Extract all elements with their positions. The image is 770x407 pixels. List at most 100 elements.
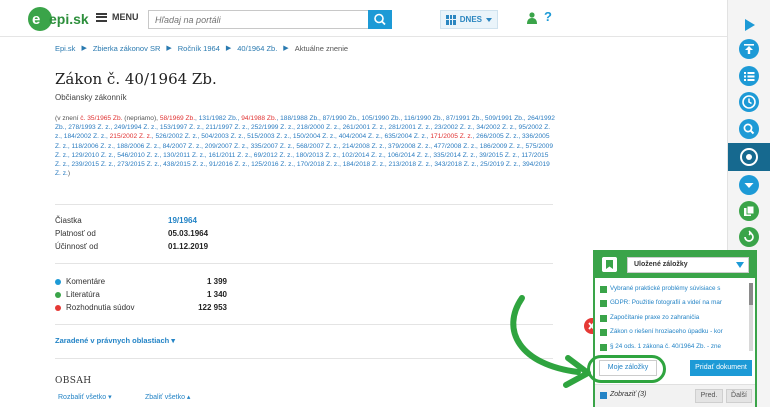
menu-label: MENU — [112, 12, 139, 22]
stat-label: Rozhodnutia súdov — [66, 303, 135, 312]
bookmarks-select-value: Uložené záložky — [634, 261, 688, 268]
bookmarks-icon[interactable] — [738, 200, 760, 222]
divider — [55, 263, 553, 264]
divider — [55, 204, 553, 205]
bookmark-item[interactable]: § 24 ods. 1 zákona č. 40/1964 Zb. - zne — [600, 341, 746, 355]
chevron-right-icon: ▶ — [81, 45, 87, 52]
info-value: 05.03.1964 — [168, 229, 209, 238]
info-label: Čiastka — [55, 216, 82, 225]
divider — [55, 324, 553, 325]
chevron-right-icon: ▶ — [225, 45, 232, 52]
info-value: 01.12.2019 — [168, 242, 209, 251]
bookmark-icon — [600, 329, 607, 337]
expand-all-link[interactable]: Rozbaliť všetko ▾ — [58, 393, 112, 401]
divider — [55, 358, 553, 359]
amendment-text[interactable]: 171/2005 Z. z. — [430, 133, 472, 140]
show-checkbox[interactable] — [600, 392, 607, 399]
search-icon — [374, 13, 386, 26]
blue-dot-icon — [55, 279, 61, 285]
amendment-text[interactable]: , 526/2002 Z. z., 504/2003 Z. z., 515/20… — [152, 133, 431, 140]
clock-icon[interactable] — [738, 91, 760, 113]
chevron-down-icon[interactable] — [738, 174, 760, 196]
stat-value: 1 399 — [206, 277, 227, 286]
bookmark-icon — [602, 257, 617, 272]
bookmark-icon — [600, 314, 607, 322]
bookmark-label: GDPR: Použitie fotografií a videí na mar — [610, 299, 722, 307]
amendment-text[interactable]: 58/1969 Zb. — [160, 115, 195, 122]
info-value[interactable]: 19/1964 — [168, 216, 197, 225]
bookmark-label: Zákon o riešení hroziaceho úpadku - kor — [610, 328, 723, 336]
green-dot-icon — [55, 292, 61, 298]
epi-logo[interactable]: e epi.sk — [27, 6, 89, 32]
info-label: Platnosť od — [55, 229, 96, 238]
bookmark-item[interactable]: GDPR: Použitie fotografií a videí na mar — [600, 297, 746, 311]
help-icon[interactable]: ? — [544, 9, 552, 24]
search-input[interactable] — [148, 10, 368, 29]
amendment-text[interactable]: č. 35/1965 Zb. — [80, 115, 122, 122]
menu-button[interactable]: MENU — [96, 12, 139, 22]
red-dot-icon — [55, 305, 61, 311]
stat-value: 122 953 — [198, 303, 227, 312]
chevron-down-icon — [486, 17, 492, 22]
bookmarks-select[interactable]: Uložené záložky — [627, 257, 749, 273]
legal-areas-link[interactable]: Zaradené v právnych oblastiach ▾ — [55, 336, 175, 345]
highlight-ring — [587, 355, 666, 383]
bookmarks-header: Uložené záložky — [595, 252, 755, 278]
bookmarks-scrollbar[interactable] — [749, 283, 753, 351]
show-label: Zobraziť (3) — [610, 391, 647, 398]
breadcrumb-item[interactable]: 40/1964 Zb. — [237, 44, 277, 53]
bookmark-item[interactable]: Započítanie praxe zo zahraničia — [600, 312, 746, 326]
breadcrumb: Epi.sk ▶ Zbierka zákonov SR ▶ Ročník 196… — [55, 44, 348, 53]
breadcrumb-current: Aktuálne znenie — [294, 44, 349, 53]
bookmark-icon — [600, 343, 607, 351]
bookmarks-footer: Zobraziť (3) Pred. Ďalší — [595, 384, 755, 407]
date-label: DNES — [459, 15, 482, 24]
next-button[interactable]: Ďalší — [726, 389, 752, 403]
chevron-right-icon: ▶ — [166, 45, 172, 52]
chevron-down-icon — [736, 262, 744, 268]
bookmarks-panel: Uložené záložky Vybrané praktické problé… — [593, 250, 757, 407]
breadcrumb-item[interactable]: Epi.sk — [55, 44, 75, 53]
bookmark-item[interactable]: Vybrané praktické problémy súvisiace s — [600, 283, 746, 297]
top-bar: e epi.sk MENU DNES ? — [0, 0, 770, 37]
bookmark-icon — [600, 300, 607, 308]
list-icon[interactable] — [738, 65, 760, 87]
amendments-prefix: (v znení — [55, 115, 81, 122]
target-icon[interactable] — [738, 146, 760, 168]
bookmark-icon — [600, 286, 607, 293]
bookmark-label: Vybrané praktické problémy súvisiace s — [610, 285, 721, 292]
collapse-all-link[interactable]: Zbaliť všetko ▴ — [145, 393, 190, 401]
bookmark-item[interactable]: Zákon o riešení hroziaceho úpadku - kor — [600, 326, 746, 340]
amendment-text: ) — [67, 170, 71, 178]
search-icon[interactable] — [738, 118, 760, 140]
amendment-text[interactable]: , 131/1982 Zb., — [195, 115, 241, 122]
add-document-button[interactable]: Pridať dokument — [690, 360, 752, 376]
amendments-list: (v znení č. 35/1965 Zb. (nepriamo), 58/1… — [55, 114, 555, 178]
date-selector[interactable]: DNES — [440, 10, 498, 29]
bookmark-label: § 24 ods. 1 zákona č. 40/1964 Zb. - zne — [610, 342, 721, 350]
play-icon[interactable] — [738, 14, 760, 36]
chevron-right-icon: ▶ — [283, 45, 289, 52]
stat-label: Komentáre — [66, 277, 106, 286]
breadcrumb-item[interactable]: Zbierka zákonov SR — [93, 44, 161, 53]
toc-title: OBSAH — [55, 376, 92, 386]
hamburger-icon — [96, 12, 107, 22]
prev-button[interactable]: Pred. — [695, 389, 723, 403]
page-title: Zákon č. 40/1964 Zb. — [55, 70, 217, 88]
upload-icon[interactable] — [738, 38, 760, 60]
info-label: Účinnosť od — [55, 242, 99, 251]
amendment-text[interactable]: 215/2002 Z. z. — [110, 133, 152, 140]
page-subtitle: Občiansky zákonník — [55, 93, 127, 102]
stat-label: Literatúra — [66, 290, 100, 299]
annotation-arrow — [510, 295, 591, 388]
user-icon[interactable] — [527, 12, 537, 24]
calendar-icon — [446, 14, 456, 25]
bookmark-label: Započítanie praxe zo zahraničia — [610, 313, 700, 321]
search-button[interactable] — [368, 10, 392, 29]
breadcrumb-item[interactable]: Ročník 1964 — [178, 44, 220, 53]
amendment-text: (nepriamo), — [122, 115, 160, 122]
amendment-text[interactable]: 94/1988 Zb. — [241, 115, 276, 122]
stat-value: 1 340 — [206, 290, 227, 299]
history-icon[interactable] — [738, 226, 760, 248]
svg-text:e: e — [32, 11, 40, 28]
